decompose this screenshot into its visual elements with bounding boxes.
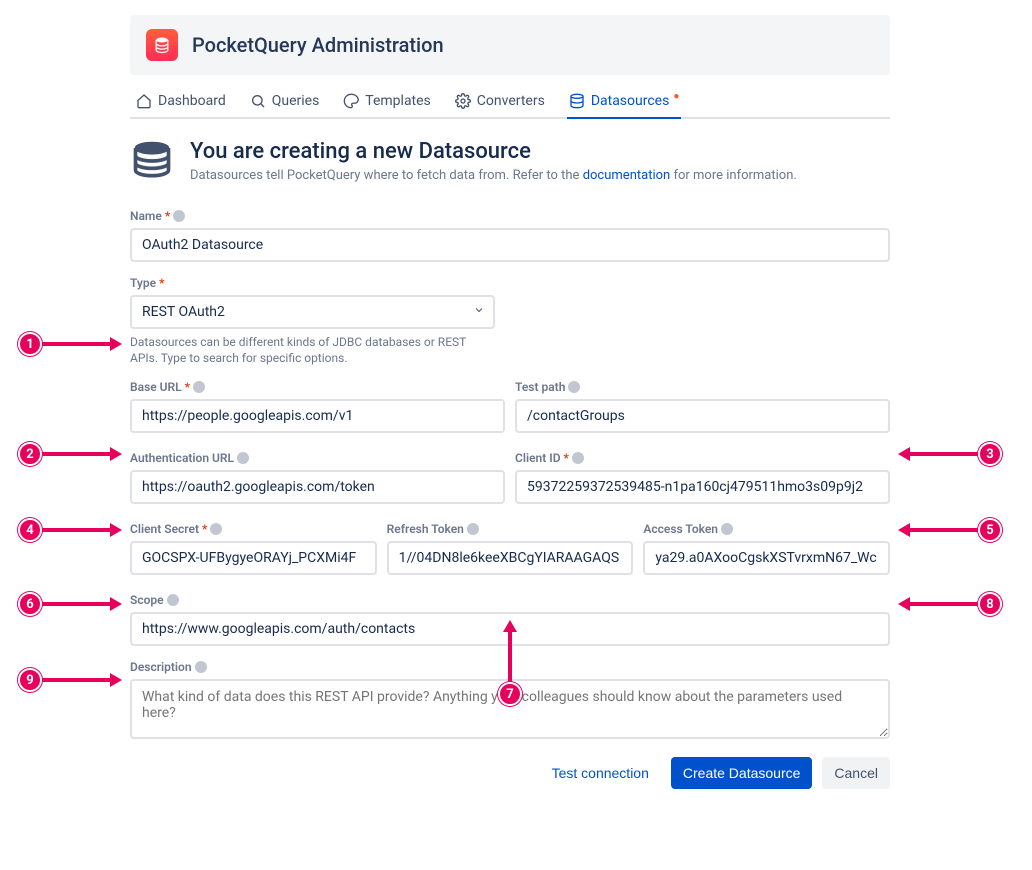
field-type: Type* Datasources can be different kinds… [130, 276, 495, 366]
required-indicator: * [202, 522, 207, 536]
description-textarea[interactable] [130, 679, 890, 739]
field-name: Name* [130, 209, 890, 262]
page-subtitle: Datasources tell PocketQuery where to fe… [190, 168, 797, 183]
annotation-1: 1 [18, 332, 122, 356]
field-testpath: Test path [515, 380, 890, 433]
accesstoken-input[interactable] [643, 541, 890, 575]
label-description: Description [130, 660, 192, 674]
clientsecret-input[interactable] [130, 541, 377, 575]
annotation-6: 6 [18, 592, 122, 616]
cog-icon [455, 93, 471, 109]
header-bar: PocketQuery Administration [130, 15, 890, 75]
field-description: Description [130, 660, 890, 739]
tab-queries[interactable]: Queries [248, 83, 322, 119]
palette-icon [343, 93, 359, 109]
label-authurl: Authentication URL [130, 451, 234, 465]
help-icon[interactable] [237, 452, 249, 464]
label-type: Type [130, 276, 156, 290]
database-large-icon [130, 139, 174, 187]
label-baseurl: Base URL [130, 380, 182, 394]
annotation-num: 9 [18, 668, 42, 692]
subtitle-pre: Datasources tell PocketQuery where to fe… [190, 168, 583, 183]
field-authurl: Authentication URL [130, 451, 505, 504]
search-icon [250, 93, 266, 109]
help-icon[interactable] [193, 381, 205, 393]
cancel-button[interactable]: Cancel [822, 757, 890, 789]
annotation-num: 4 [18, 518, 42, 542]
help-icon[interactable] [195, 661, 207, 673]
tab-datasources[interactable]: Datasources ● [567, 83, 682, 119]
intro-block: You are creating a new Datasource Dataso… [130, 139, 890, 187]
tab-label: Dashboard [158, 93, 226, 109]
create-datasource-button[interactable]: Create Datasource [671, 757, 813, 789]
scope-input[interactable] [130, 612, 890, 646]
annotation-num: 3 [978, 442, 1002, 466]
field-scope: Scope [130, 593, 890, 646]
help-icon[interactable] [467, 523, 479, 535]
annotation-3: 3 [898, 442, 1002, 466]
label-clientsecret: Client Secret [130, 522, 199, 536]
tab-label: Templates [365, 93, 431, 109]
field-clientsecret: Client Secret* [130, 522, 377, 575]
refreshtoken-input[interactable] [387, 541, 634, 575]
help-icon[interactable] [721, 523, 733, 535]
label-accesstoken: Access Token [643, 522, 718, 536]
field-clientid: Client ID* [515, 451, 890, 504]
annotation-num: 1 [18, 332, 42, 356]
required-indicator: * [185, 380, 190, 394]
label-name: Name [130, 209, 162, 223]
app-logo-icon [146, 29, 178, 61]
label-testpath: Test path [515, 380, 565, 394]
help-icon[interactable] [173, 210, 185, 222]
help-icon[interactable] [210, 523, 222, 535]
annotation-5: 5 [898, 518, 1002, 542]
test-connection-button[interactable]: Test connection [540, 757, 661, 789]
annotation-num: 5 [978, 518, 1002, 542]
home-icon [136, 93, 152, 109]
required-indicator: * [159, 276, 164, 290]
baseurl-input[interactable] [130, 399, 505, 433]
annotation-9: 9 [18, 668, 122, 692]
annotation-num: 8 [978, 592, 1002, 616]
tabs-nav: Dashboard Queries Templates Converters D… [130, 83, 890, 119]
documentation-link[interactable]: documentation [583, 168, 671, 183]
required-indicator: * [165, 209, 170, 223]
tab-label: Converters [477, 93, 545, 109]
annotation-num: 6 [18, 592, 42, 616]
tab-label: Datasources [591, 93, 670, 109]
label-scope: Scope [130, 593, 164, 607]
authurl-input[interactable] [130, 470, 505, 504]
form-actions: Test connection Create Datasource Cancel [130, 757, 890, 789]
field-accesstoken: Access Token [643, 522, 890, 575]
help-icon[interactable] [568, 381, 580, 393]
page-title: You are creating a new Datasource [190, 139, 797, 164]
tab-dashboard[interactable]: Dashboard [134, 83, 228, 119]
label-clientid: Client ID [515, 451, 561, 465]
name-input[interactable] [130, 228, 890, 262]
annotation-2: 2 [18, 442, 122, 466]
database-icon [569, 93, 585, 109]
tab-converters[interactable]: Converters [453, 83, 547, 119]
unsaved-badge-icon: ● [673, 91, 679, 102]
tab-label: Queries [272, 93, 320, 109]
annotation-8: 8 [898, 592, 1002, 616]
field-baseurl: Base URL* [130, 380, 505, 433]
help-icon[interactable] [572, 452, 584, 464]
clientid-input[interactable] [515, 470, 890, 504]
testpath-input[interactable] [515, 399, 890, 433]
subtitle-post: for more information. [670, 168, 797, 183]
label-refreshtoken: Refresh Token [387, 522, 464, 536]
app-title: PocketQuery Administration [192, 33, 444, 57]
required-indicator: * [564, 451, 569, 465]
annotation-num: 2 [18, 442, 42, 466]
type-select[interactable] [130, 295, 495, 329]
type-helper: Datasources can be different kinds of JD… [130, 334, 495, 366]
annotation-4: 4 [18, 518, 122, 542]
tab-templates[interactable]: Templates [341, 83, 433, 119]
help-icon[interactable] [167, 594, 179, 606]
form-area: You are creating a new Datasource Dataso… [130, 119, 890, 789]
field-refreshtoken: Refresh Token [387, 522, 634, 575]
